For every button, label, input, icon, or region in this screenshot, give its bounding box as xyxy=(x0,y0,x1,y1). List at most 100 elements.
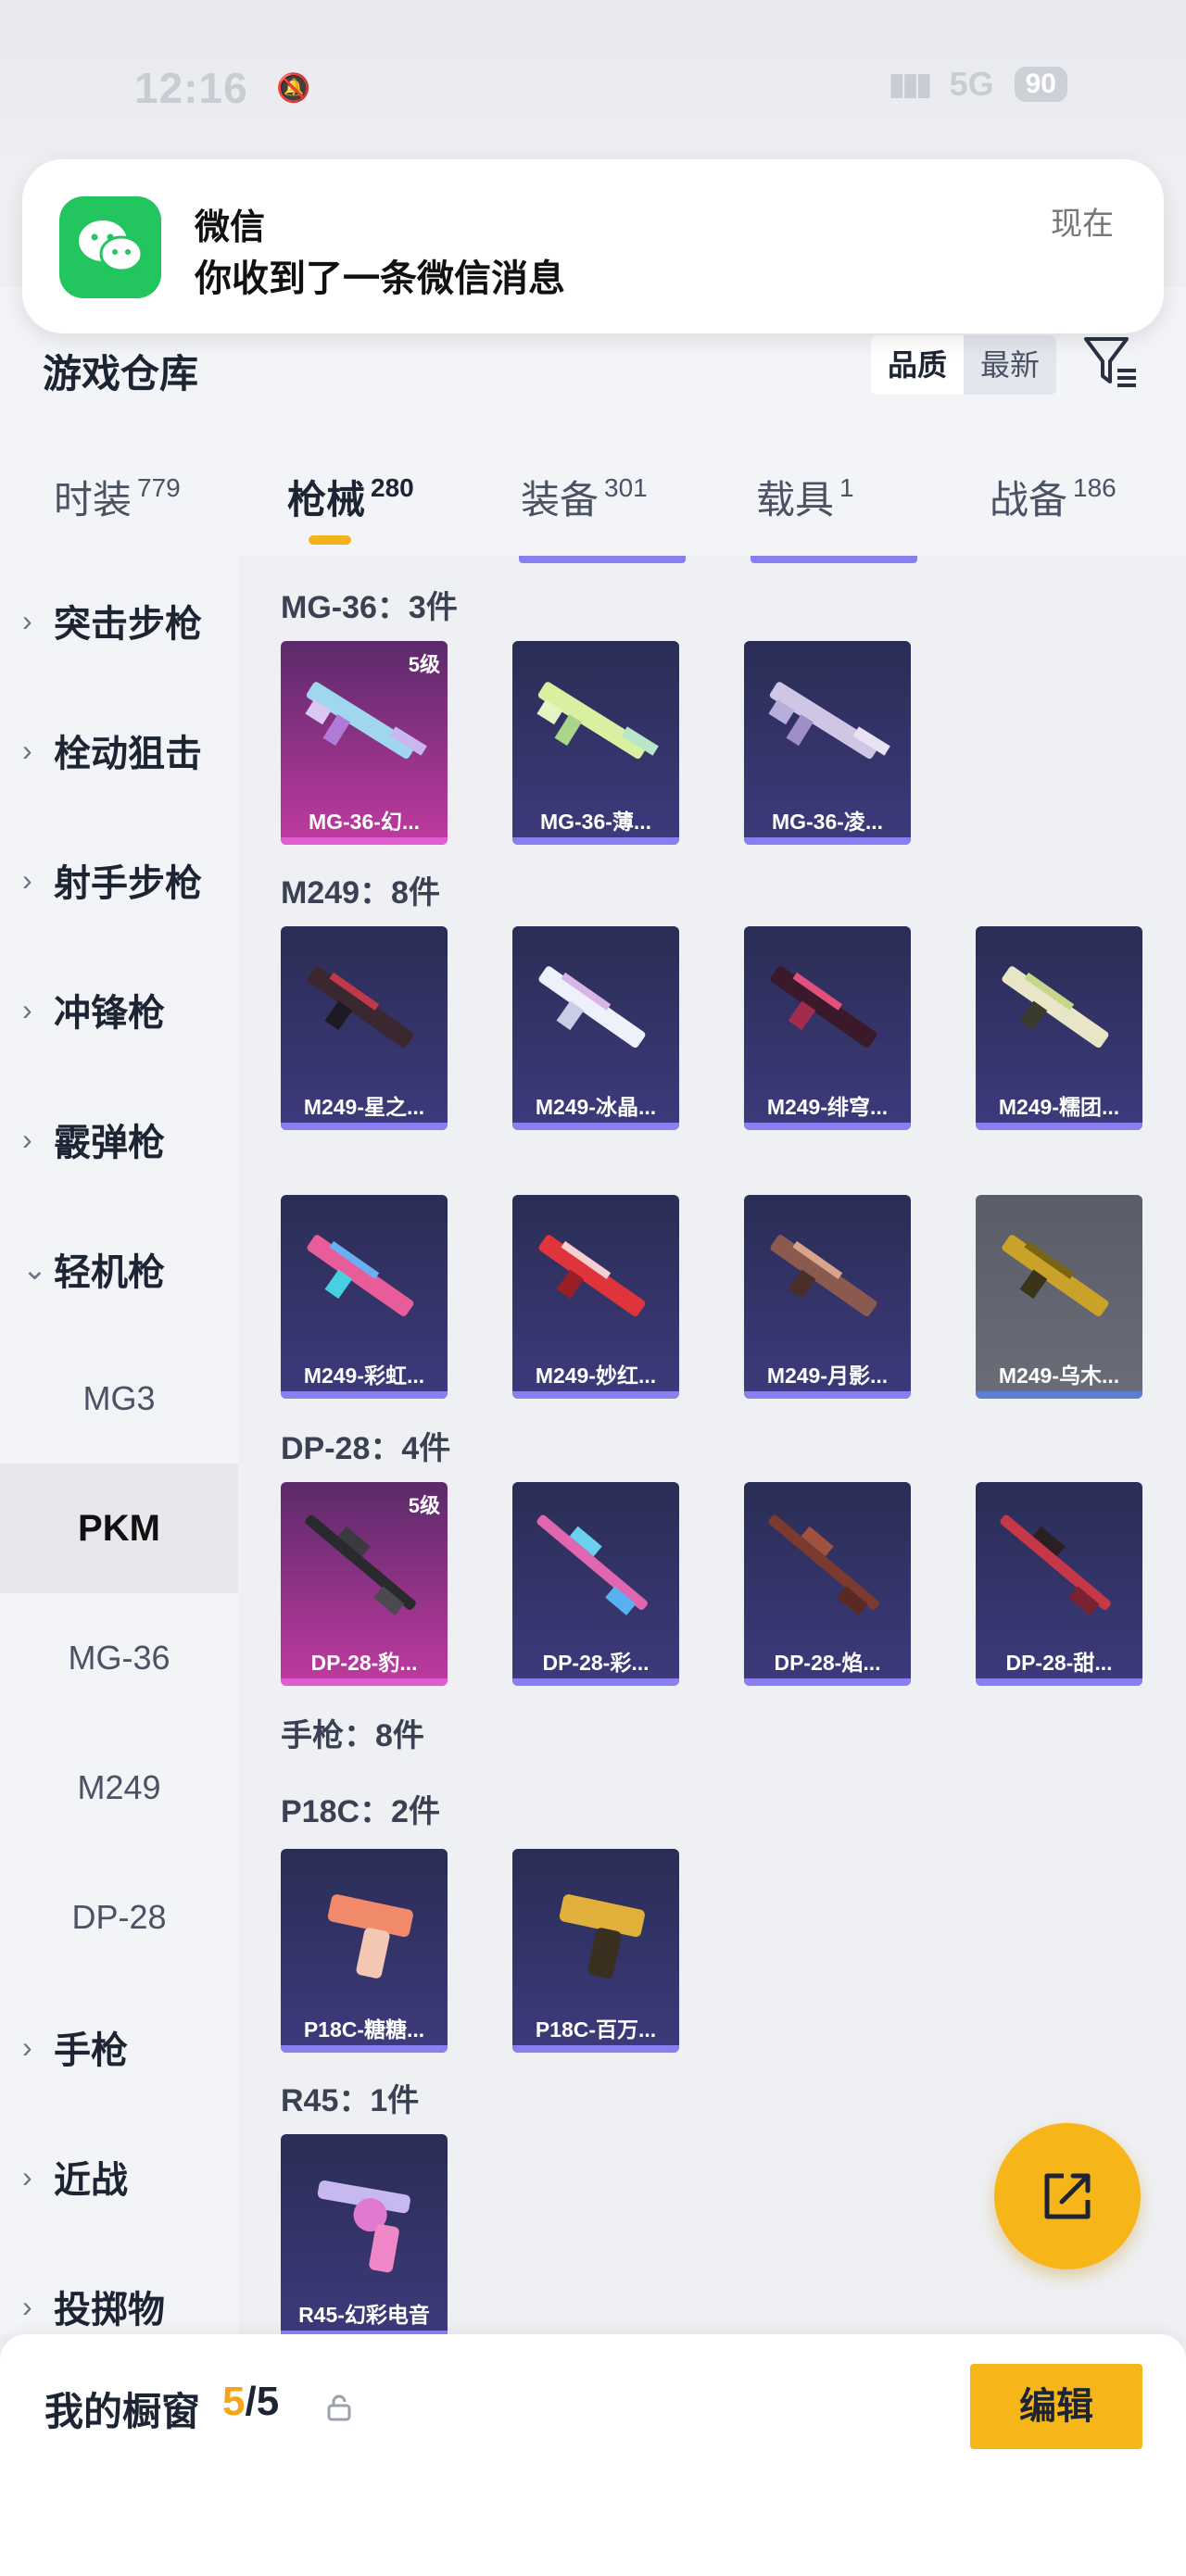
weapon-card[interactable]: M249-糯团... xyxy=(976,926,1142,1130)
sidebar-sub-dp28[interactable]: DP-28 xyxy=(0,1853,238,1982)
weapon-card[interactable]: M249-月影... xyxy=(744,1195,911,1399)
tab-equipment[interactable]: 装备 301 xyxy=(521,469,648,525)
group-title-r45: R45：1件 xyxy=(281,2083,420,2118)
filter-icon[interactable] xyxy=(1080,332,1140,391)
dp28-skin-icon xyxy=(305,1514,416,1615)
weapon-card[interactable]: M249-星之... xyxy=(281,926,448,1130)
share-icon xyxy=(1044,2173,1091,2219)
m249-skin-icon xyxy=(307,966,414,1049)
weapon-name: M249-乌木... xyxy=(998,1363,1120,1388)
weapon-card[interactable]: P18C-百万... xyxy=(512,1849,679,2053)
rarity-bar xyxy=(512,2045,679,2053)
m249-skin-icon xyxy=(1002,966,1109,1049)
notification-app-name: 微信 xyxy=(195,208,266,247)
rarity-bar xyxy=(976,1123,1142,1130)
signal-icon: ▮▮▮ xyxy=(888,67,932,102)
weapon-name: DP-28-焰... xyxy=(774,1651,881,1675)
rarity-bar xyxy=(744,837,911,845)
weapon-card[interactable]: M249-冰晶... xyxy=(512,926,679,1130)
rarity-bar xyxy=(281,1123,448,1130)
weapon-card[interactable]: M249-彩虹... xyxy=(281,1195,448,1399)
weapon-name: M249-绯穹... xyxy=(766,1095,889,1119)
sidebar-item-shotgun[interactable]: › 霰弹枪 xyxy=(0,1074,238,1204)
m249-skin-icon xyxy=(1002,1235,1109,1317)
weapon-name: M249-糯团... xyxy=(998,1095,1120,1119)
showcase-title: 我的橱窗 xyxy=(44,2390,201,2433)
sidebar-sub-mg3[interactable]: MG3 xyxy=(0,1334,238,1464)
wechat-app-icon xyxy=(59,196,161,298)
sidebar-sub-mg36[interactable]: MG-36 xyxy=(0,1593,238,1723)
group-title-mg36: MG-36：3件 xyxy=(281,590,458,625)
weapon-name: M249-星之... xyxy=(303,1095,425,1119)
m249-skin-icon xyxy=(538,966,646,1049)
rarity-bar xyxy=(744,1678,911,1686)
m249-skin-icon xyxy=(538,1235,646,1317)
m249-skin-icon xyxy=(770,966,877,1049)
sidebar-sub-m249[interactable]: M249 xyxy=(0,1723,238,1853)
card-edge xyxy=(751,556,917,563)
rarity-bar xyxy=(976,1391,1142,1399)
tab-fashion[interactable]: 时装 779 xyxy=(54,469,181,525)
weapon-card[interactable]: MG-36-薄... xyxy=(512,641,679,845)
rarity-bar xyxy=(512,1123,679,1130)
m249-skin-icon xyxy=(307,1235,414,1317)
weapon-card[interactable]: M249-乌木... xyxy=(976,1195,1142,1399)
showcase-bar: 我的橱窗 5/5 编辑 xyxy=(0,2334,1186,2576)
group-title-p18c: P18C：2件 xyxy=(281,1794,440,1829)
mg36-skin-icon xyxy=(305,682,427,760)
category-tabs: 时装 779 枪械 280 装备 301 载具 1 战备 186 xyxy=(0,417,1186,556)
sort-newest-button[interactable]: 最新 xyxy=(964,335,1056,395)
chevron-right-icon: › xyxy=(22,603,32,637)
sort-quality-button[interactable]: 品质 xyxy=(871,335,965,395)
sidebar-sub-pkm[interactable]: PKM xyxy=(0,1464,238,1593)
tab-supplies[interactable]: 战备 186 xyxy=(990,469,1117,525)
group-title-m249: M249：8件 xyxy=(281,875,440,911)
group-title-pistol: 手枪：8件 xyxy=(281,1718,424,1753)
weapon-card[interactable]: 5级 DP-28-豹... xyxy=(281,1482,448,1686)
sidebar-item-pistol[interactable]: › 手枪 xyxy=(0,1982,238,2112)
sidebar-item-lmg[interactable]: ⌄ 轻机枪 xyxy=(0,1204,238,1334)
weapon-card[interactable]: M249-妙红... xyxy=(512,1195,679,1399)
weapon-name: P18C-百万... xyxy=(535,2017,657,2042)
sidebar-item-assault-rifle[interactable]: › 突击步枪 xyxy=(0,556,238,685)
weapon-name: M249-月影... xyxy=(766,1363,889,1388)
dp28-skin-icon xyxy=(768,1514,879,1615)
sidebar-item-marksman-rifle[interactable]: › 射手步枪 xyxy=(0,815,238,945)
wechat-notification[interactable]: 微信 你收到了一条微信消息 现在 xyxy=(22,159,1164,333)
weapon-card[interactable]: DP-28-焰... xyxy=(744,1482,911,1686)
edit-button[interactable]: 编辑 xyxy=(970,2364,1142,2449)
tab-vehicles[interactable]: 载具 1 xyxy=(756,469,854,525)
weapon-card[interactable]: 5级 MG-36-幻... xyxy=(281,641,448,845)
weapon-card[interactable]: DP-28-彩... xyxy=(512,1482,679,1686)
tab-weapons[interactable]: 枪械 280 xyxy=(287,469,414,525)
weapon-card[interactable]: M249-绯穹... xyxy=(744,926,911,1130)
rarity-bar xyxy=(512,837,679,845)
weapon-card[interactable]: R45-幻彩电音 xyxy=(281,2134,448,2334)
weapon-card[interactable]: MG-36-凌... xyxy=(744,641,911,845)
rarity-bar xyxy=(976,1678,1142,1686)
weapon-name: M249-妙红... xyxy=(535,1363,657,1388)
group-title-dp28: DP-28：4件 xyxy=(281,1431,451,1466)
dp28-skin-icon xyxy=(1000,1514,1111,1615)
rarity-bar xyxy=(512,1391,679,1399)
weapon-card[interactable]: DP-28-甜... xyxy=(976,1482,1142,1686)
r45-skin-icon xyxy=(317,2180,410,2273)
lock-icon xyxy=(327,2394,351,2421)
weapon-card[interactable]: P18C-糖糖... xyxy=(281,1849,448,2053)
network-label: 5G xyxy=(949,65,994,103)
chevron-right-icon: › xyxy=(22,992,32,1026)
dp28-skin-icon xyxy=(536,1514,648,1615)
sidebar-item-bolt-sniper[interactable]: › 栓动狙击 xyxy=(0,685,238,815)
sidebar-item-smg[interactable]: › 冲锋枪 xyxy=(0,945,238,1074)
sidebar-item-melee[interactable]: › 近战 xyxy=(0,2112,238,2242)
notification-time: 现在 xyxy=(1051,207,1114,242)
active-tab-indicator xyxy=(309,535,351,545)
status-bar: 12:16 🔕 ▮▮▮ 5G 90 xyxy=(0,0,1186,157)
p18c-skin-icon xyxy=(559,1894,645,1979)
weapon-name: MG-36-幻... xyxy=(308,810,421,834)
share-button[interactable] xyxy=(994,2123,1141,2269)
chevron-right-icon: › xyxy=(22,2289,32,2323)
weapon-name: P18C-糖糖... xyxy=(303,2017,425,2042)
mg36-skin-icon xyxy=(536,682,659,760)
rarity-bar xyxy=(512,1678,679,1686)
